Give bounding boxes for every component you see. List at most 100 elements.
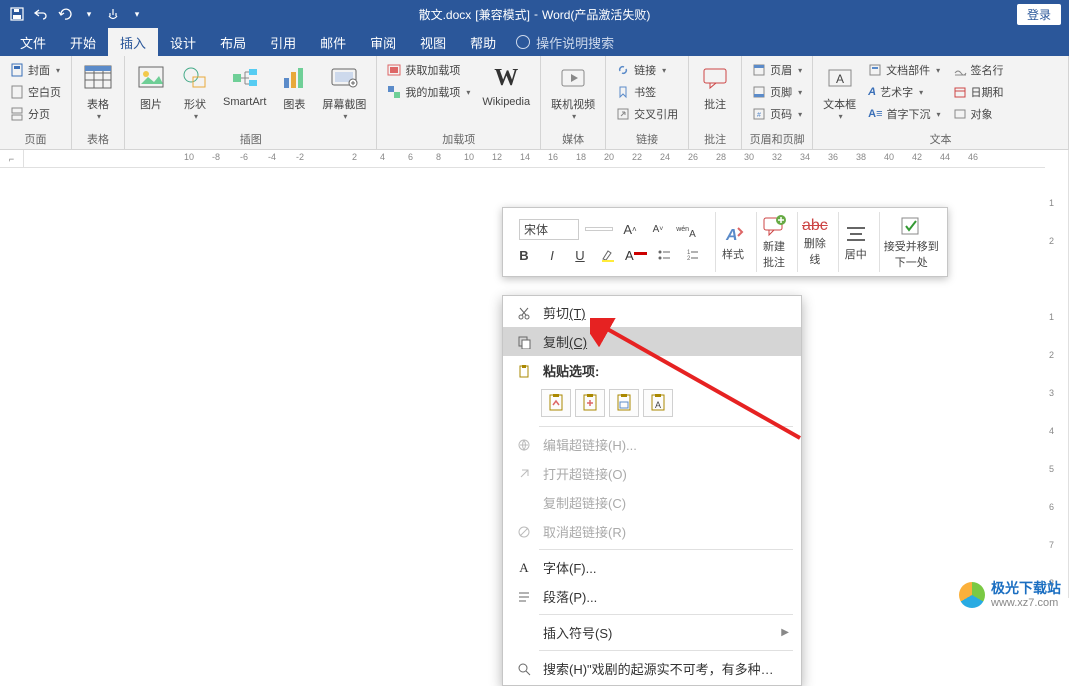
tab-layout[interactable]: 布局: [208, 28, 258, 57]
tab-home[interactable]: 开始: [58, 28, 108, 57]
svg-text:#: #: [757, 112, 761, 119]
get-addins-button[interactable]: 获取加载项: [383, 60, 474, 80]
group-label-tables: 表格: [78, 129, 118, 147]
ribbon-tabs: 文件 开始 插入 设计 布局 引用 邮件 审阅 视图 帮助 操作说明搜索: [0, 28, 1069, 56]
numbering-icon[interactable]: 12: [681, 244, 703, 266]
tab-insert[interactable]: 插入: [108, 28, 158, 57]
redo-icon[interactable]: [56, 5, 74, 23]
tab-mailings[interactable]: 邮件: [308, 28, 358, 57]
mini-font-name[interactable]: 宋体: [519, 219, 579, 240]
underline-icon[interactable]: U: [569, 244, 591, 266]
table-button[interactable]: 表格▾: [78, 60, 118, 123]
mini-font-size[interactable]: [585, 227, 613, 231]
paragraph-icon: [515, 589, 533, 605]
link-button[interactable]: 链接▾: [612, 60, 682, 80]
dropcap-button[interactable]: A≡首字下沉▾: [864, 104, 944, 124]
bullets-icon[interactable]: [653, 244, 675, 266]
screenshot-button[interactable]: 屏幕截图▾: [318, 60, 370, 123]
textbox-icon: A: [824, 62, 856, 94]
paste-picture[interactable]: [609, 389, 639, 417]
online-video-button[interactable]: 联机视频▾: [547, 60, 599, 123]
shrink-font-icon[interactable]: A˅: [647, 218, 669, 240]
login-button[interactable]: 登录: [1017, 4, 1061, 25]
smartart-button[interactable]: SmartArt: [219, 60, 270, 110]
remove-link-icon: [515, 524, 533, 540]
comment-button[interactable]: 批注: [695, 60, 735, 114]
save-icon[interactable]: [8, 5, 26, 23]
datetime-button[interactable]: 日期和: [949, 82, 1008, 102]
ruler-corner: ⌐: [0, 150, 24, 167]
wordart-button[interactable]: A艺术字▾: [864, 82, 944, 102]
footer-button[interactable]: 页脚▾: [748, 82, 806, 102]
cm-font[interactable]: A 字体(F)...: [503, 553, 801, 582]
header-button[interactable]: 页眉▾: [748, 60, 806, 80]
tell-me-search[interactable]: 操作说明搜索: [516, 33, 614, 52]
highlight-icon[interactable]: [597, 244, 619, 266]
cm-paragraph[interactable]: 段落(P)...: [503, 582, 801, 611]
open-link-icon: [515, 466, 533, 482]
my-addins-button[interactable]: 我的加载项▾: [383, 82, 474, 102]
blank-page-button[interactable]: 空白页: [6, 82, 65, 102]
paste-keep-source[interactable]: [541, 389, 571, 417]
comment-icon: [699, 62, 731, 94]
phonetic-guide-icon[interactable]: wénA: [675, 218, 697, 240]
watermark-name: 极光下载站: [991, 580, 1061, 597]
font-color-icon[interactable]: A: [625, 244, 647, 266]
ribbon-group-media: 联机视频▾ 媒体: [541, 56, 606, 149]
cm-open-hyperlink: 打开超链接(O): [503, 459, 801, 488]
mini-strikethrough[interactable]: abc 删除线: [797, 212, 832, 272]
new-comment-icon: [761, 214, 787, 238]
chart-button[interactable]: 图表: [274, 60, 314, 114]
cm-cut[interactable]: 剪切(T): [503, 298, 801, 327]
svg-text:A: A: [836, 72, 844, 86]
pagenum-button[interactable]: #页码▾: [748, 104, 806, 124]
grow-font-icon[interactable]: A˄: [619, 218, 641, 240]
cut-icon: [515, 305, 533, 321]
italic-icon[interactable]: I: [541, 244, 563, 266]
mini-styles[interactable]: A 样式: [715, 212, 750, 272]
tab-view[interactable]: 视图: [408, 28, 458, 57]
paste-icon: [515, 363, 533, 379]
tab-references[interactable]: 引用: [258, 28, 308, 57]
video-icon: [557, 62, 589, 94]
cover-page-button[interactable]: 封面▾: [6, 60, 65, 80]
cm-search[interactable]: 搜索(H)"戏剧的起源实不可考，有多种假说…": [503, 654, 801, 683]
pictures-button[interactable]: 图片: [131, 60, 171, 114]
mini-new-comment[interactable]: 新建批注: [756, 212, 791, 272]
cm-insert-symbol[interactable]: 插入符号(S) ▶: [503, 618, 801, 647]
crossref-button[interactable]: 交叉引用: [612, 104, 682, 124]
group-label-headerfooter: 页眉和页脚: [748, 129, 806, 147]
bold-icon[interactable]: B: [513, 244, 535, 266]
picture-icon: [135, 62, 167, 94]
tab-design[interactable]: 设计: [158, 28, 208, 57]
paste-text-only[interactable]: A: [643, 389, 673, 417]
tab-help[interactable]: 帮助: [458, 28, 508, 57]
page-break-button[interactable]: 分页: [6, 104, 65, 124]
qat-dropdown-icon[interactable]: ▾: [80, 5, 98, 23]
app-name: Word(产品激活失败): [542, 6, 650, 23]
quickparts-button[interactable]: 文档部件▾: [864, 60, 944, 80]
tab-file[interactable]: 文件: [8, 28, 58, 57]
ribbon: 封面▾ 空白页 分页 页面 表格▾ 表格 图片 形状▾ SmartArt 图表 …: [0, 56, 1069, 150]
tab-review[interactable]: 审阅: [358, 28, 408, 57]
group-label-addins: 加载项: [383, 129, 534, 147]
touch-mode-icon[interactable]: [104, 5, 122, 23]
chart-icon: [278, 62, 310, 94]
shapes-button[interactable]: 形状▾: [175, 60, 215, 123]
mini-accept-next[interactable]: 接受并移到下一处: [879, 212, 943, 272]
ribbon-group-text: A文本框▾ 文档部件▾ A艺术字▾ A≡首字下沉▾ 签名行 日期和 对象 文本: [813, 56, 1069, 149]
paste-merge[interactable]: [575, 389, 605, 417]
object-button[interactable]: 对象: [949, 104, 1008, 124]
mini-center[interactable]: 居中: [838, 212, 873, 272]
group-label-illustrations: 插图: [131, 129, 370, 147]
sigline-button[interactable]: 签名行: [949, 60, 1008, 80]
svg-text:A: A: [725, 227, 738, 244]
textbox-button[interactable]: A文本框▾: [819, 60, 860, 123]
bookmark-button[interactable]: 书签: [612, 82, 682, 102]
undo-icon[interactable]: [32, 5, 50, 23]
cm-copy[interactable]: 复制(C): [503, 327, 801, 356]
wikipedia-button[interactable]: WWikipedia: [478, 60, 534, 110]
copy-icon: [515, 334, 533, 350]
qat-more-icon[interactable]: ▾: [128, 5, 146, 23]
group-label-text: 文本: [819, 129, 1062, 147]
